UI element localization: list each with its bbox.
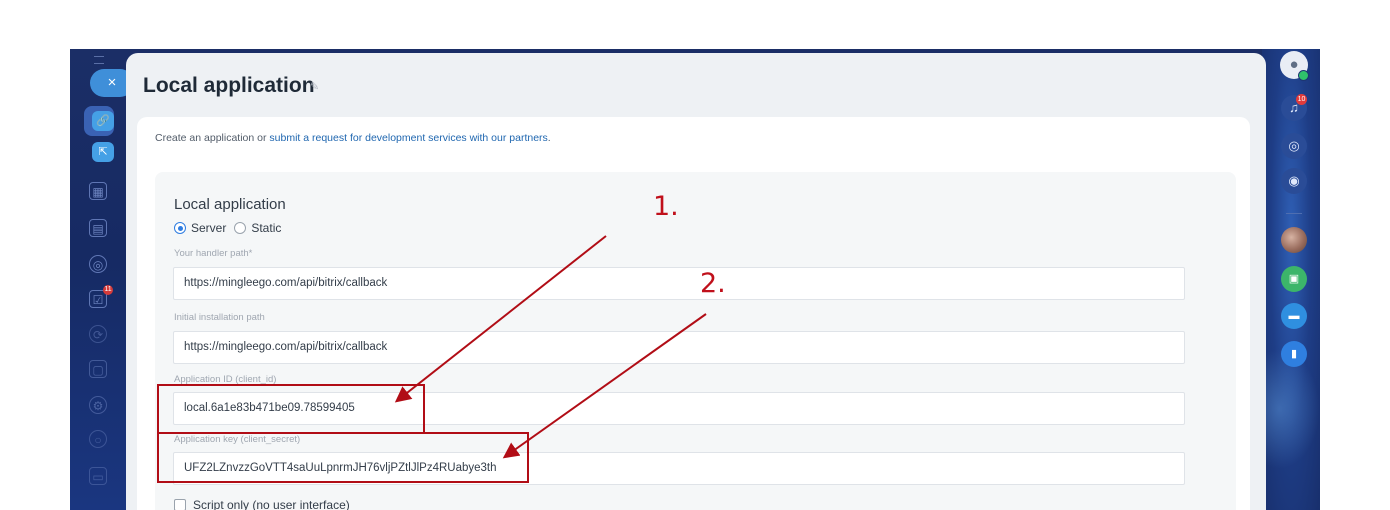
annotation-label-2: 2. — [700, 268, 726, 299]
handler-path-input[interactable]: https://mingleego.com/api/bitrix/callbac… — [173, 267, 1185, 300]
green-chat-icon[interactable]: ▣ — [1281, 266, 1307, 292]
handler-path-label: Your handler path* — [174, 248, 253, 259]
message-icon[interactable]: ◉ — [1281, 168, 1307, 194]
client-id-highlight-box — [157, 384, 425, 434]
external-link-icon[interactable]: ⇱ — [92, 142, 114, 162]
link-icon[interactable]: 🔗 — [92, 111, 114, 131]
drive-icon[interactable]: ▤ — [89, 219, 107, 237]
app-type-radio-group: Server Static — [174, 221, 289, 235]
intro-text: Create an application or submit a reques… — [155, 132, 551, 144]
script-only-label[interactable]: Script only (no user interface) — [193, 498, 350, 510]
static-radio[interactable] — [234, 222, 247, 234]
online-status-dot — [1298, 70, 1309, 81]
bookmark-icon[interactable]: ▮ — [1281, 341, 1307, 367]
server-radio-label[interactable]: Server — [191, 221, 226, 235]
pencil-icon[interactable]: ✎ — [310, 81, 322, 93]
chat-icon[interactable]: ▢ — [89, 360, 107, 378]
right-sidebar: ● ♫ 10 ◎ ◉ ▣ ▬ ▮ — [1278, 49, 1312, 510]
tasks-badge: 11 — [103, 285, 113, 295]
right-rail-divider — [1286, 213, 1302, 214]
sync-icon[interactable]: ⟳ — [89, 325, 107, 343]
script-only-checkbox[interactable] — [174, 499, 186, 510]
client-secret-highlight-box — [157, 432, 529, 483]
notifications-badge: 10 — [1296, 94, 1307, 105]
intro-text-start: Create an application or — [155, 132, 270, 144]
calendar-icon[interactable]: ▦ — [89, 182, 107, 200]
static-radio-label[interactable]: Static — [251, 221, 281, 235]
server-radio[interactable] — [174, 222, 186, 234]
intro-text-end: . — [547, 132, 551, 144]
circle-icon[interactable]: ○ — [89, 430, 107, 448]
left-sidebar: × 🔗 ⇱ ▦ ▤ ◎ ☑ 11 ⟳ ▢ ⚙ ○ ▭ — [70, 49, 134, 510]
blue-chat-icon[interactable]: ▬ — [1281, 303, 1307, 329]
spiral-icon[interactable]: ◎ — [1281, 133, 1307, 159]
profile-photo[interactable] — [1281, 227, 1307, 253]
annotation-label-1: 1. — [653, 191, 679, 222]
settings-icon[interactable]: ⚙ — [89, 396, 107, 414]
screenshot-stage: × 🔗 ⇱ ▦ ▤ ◎ ☑ 11 ⟳ ▢ ⚙ ○ ▭ Local applica… — [0, 0, 1390, 510]
page-title: Local application — [143, 74, 315, 97]
install-path-label: Initial installation path — [174, 312, 265, 323]
target-icon[interactable]: ◎ — [89, 255, 107, 273]
document-icon[interactable]: ▭ — [89, 467, 107, 485]
form-section-title: Local application — [174, 196, 286, 213]
menu-icon[interactable] — [94, 56, 104, 64]
partners-request-link[interactable]: submit a request for development service… — [269, 132, 547, 144]
install-path-input[interactable]: https://mingleego.com/api/bitrix/callbac… — [173, 331, 1185, 364]
script-only-option[interactable]: Script only (no user interface) — [174, 498, 350, 510]
